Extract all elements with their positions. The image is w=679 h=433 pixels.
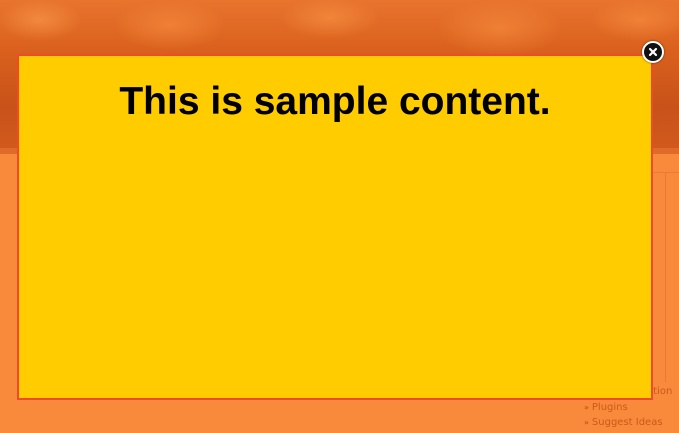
sidebar-links: » Plugins » Suggest Ideas xyxy=(584,400,663,430)
modal-close-button[interactable] xyxy=(642,41,664,63)
sidebar-link-label: Suggest Ideas xyxy=(591,417,663,428)
modal-content-text: This is sample content. xyxy=(119,80,551,123)
bullet-icon: » xyxy=(584,403,589,412)
sidebar-link-suggest-ideas[interactable]: » Suggest Ideas xyxy=(584,415,663,430)
page-column-edge xyxy=(665,172,666,382)
bullet-icon: » xyxy=(584,418,589,427)
sidebar-link-plugins[interactable]: » Plugins xyxy=(584,400,663,415)
modal-dialog: This is sample content. xyxy=(17,54,653,400)
close-icon xyxy=(648,47,658,57)
sidebar-link-label: Plugins xyxy=(591,402,628,413)
